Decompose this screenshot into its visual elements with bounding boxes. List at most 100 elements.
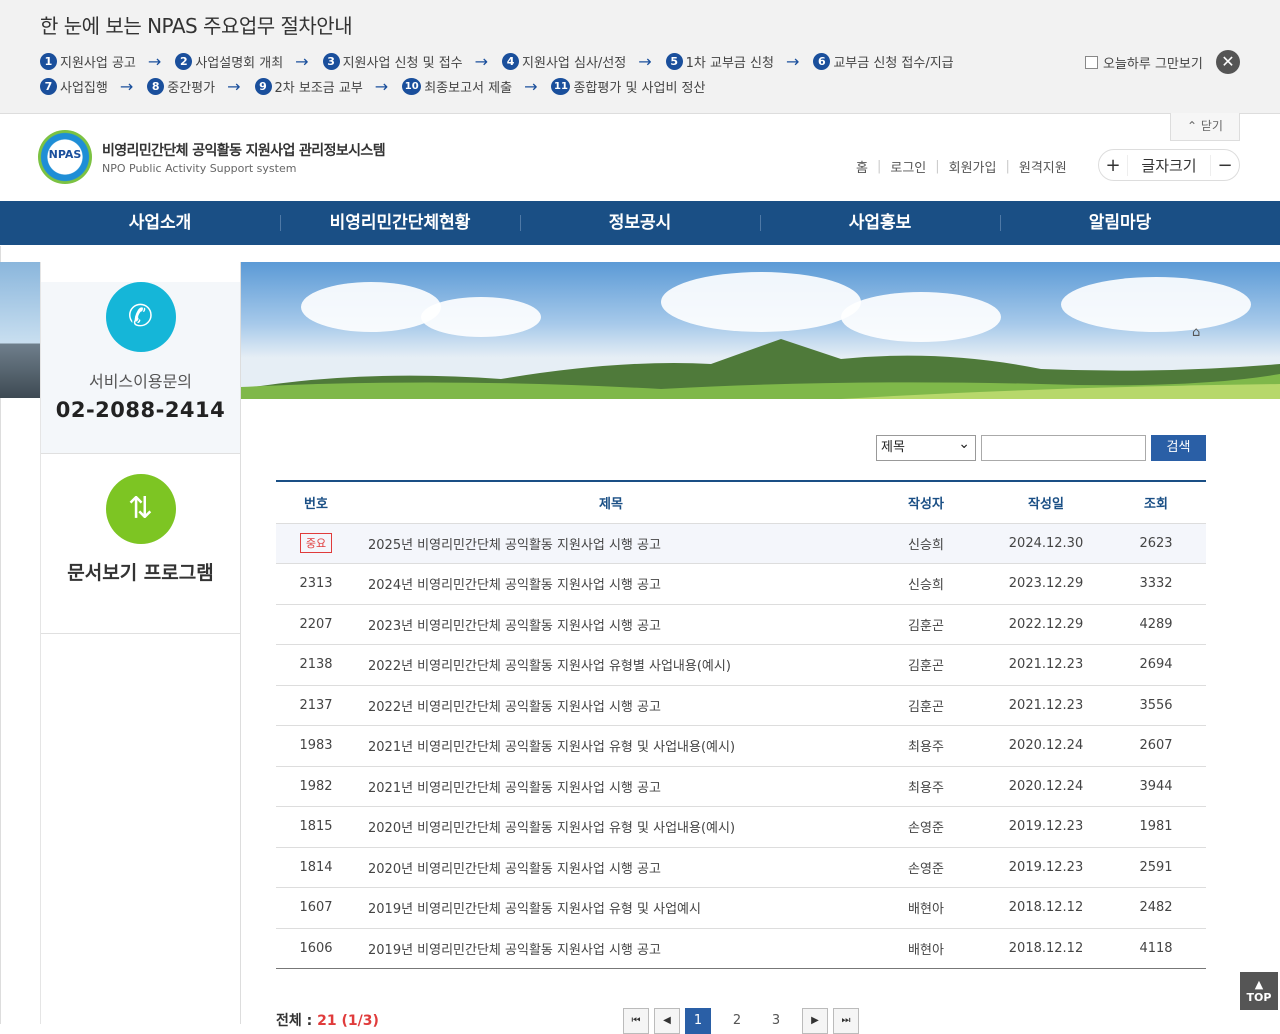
step-label: 중간평가 [167,81,216,96]
nav-business-intro[interactable]: 사업소개 [40,201,280,245]
guide-step: 5 1차 교부금 신청 [665,52,774,71]
row-views: 2482 [1106,887,1206,929]
table-row[interactable]: 1814 2020년 비영리민간단체 공익활동 지원사업 시행 공고 손영준 2019… [276,847,1206,888]
row-number: 2137 [276,685,356,726]
login-link[interactable]: 로그인 [890,157,926,176]
chevron-up-icon: ▲ [1254,978,1264,991]
scroll-top-button[interactable]: ▲ TOP [1240,972,1278,1010]
row-author: 김훈곤 [866,644,986,686]
column-header: 번호 [276,480,356,524]
step-label: 2차 보조금 교부 [274,81,363,96]
service-phone-number: 02-2088-2414 [55,398,226,422]
table-row[interactable]: 중요 2025년 비영리민간단체 공익활동 지원사업 시행 공고 신승희 2024.1… [276,523,1206,564]
table-row[interactable]: 1815 2020년 비영리민간단체 공익활동 지원사업 유형 및 사업내용(예시… [276,806,1206,848]
search-button[interactable]: 검색 [1151,435,1206,461]
nav-notice-board[interactable]: 알림마당 [1000,201,1240,245]
hide-today-checkbox[interactable] [1085,56,1098,69]
last-page-button[interactable]: ⏭ [833,1008,859,1034]
row-views: 4289 [1106,604,1206,645]
table-row[interactable]: 2207 2023년 비영리민간단체 공익활동 지원사업 시행 공고 김훈곤 2022… [276,604,1206,645]
page-number[interactable]: 3 [763,1008,789,1034]
column-header: 조회 [1106,480,1206,524]
font-increase-button[interactable]: + [1099,155,1127,176]
row-number: 2207 [276,604,356,645]
step-number: 2 [175,53,193,70]
row-author: 김훈곤 [866,685,986,726]
close-icon[interactable]: ✕ [1216,50,1240,74]
table-row[interactable]: 1982 2021년 비영리민간단체 공익활동 지원사업 시행 공고 최용주 2020… [276,766,1206,807]
signup-link[interactable]: 회원가입 [949,157,997,176]
row-title[interactable]: 2020년 비영리민간단체 공익활동 지원사업 유형 및 사업내용(예시) [356,806,866,848]
row-date: 2018.12.12 [986,887,1106,929]
row-number: 1983 [276,725,356,767]
search-input[interactable] [981,435,1146,461]
guide-step: 8 중간평가 [147,77,215,96]
row-number: 2138 [276,644,356,686]
home-icon[interactable]: ⌂ [1192,325,1200,340]
column-header: 작성일 [986,480,1106,524]
hide-today-label[interactable]: 오늘하루 그만보기 [1103,53,1203,72]
page-number[interactable]: 2 [724,1008,750,1034]
table-row[interactable]: 2138 2022년 비영리민간단체 공익활동 지원사업 유형별 사업내용(예시)… [276,644,1206,686]
guide-step: 7 사업집행 [40,77,108,96]
row-title[interactable]: 2022년 비영리민간단체 공익활동 지원사업 유형별 사업내용(예시) [356,644,866,686]
prev-page-button[interactable]: ◀ [654,1008,680,1034]
first-page-button[interactable]: ⏮ [623,1008,649,1034]
step-number: 1 [40,53,57,70]
nav-npo-status[interactable]: 비영리민간단체현황 [280,201,520,245]
total-count-value: 21 [317,1013,337,1029]
home-link[interactable]: 홈 [856,157,868,176]
row-number: 2313 [276,563,356,605]
npas-logo-icon: NPAS [38,130,92,184]
search-field-select[interactable]: 제목 [876,432,976,461]
row-author: 신승희 [866,523,986,564]
step-label: 지원사업 심사/선정 [522,56,627,71]
page-banner-image [241,262,1280,399]
row-title[interactable]: 2024년 비영리민간단체 공익활동 지원사업 시행 공고 [356,563,866,605]
collapse-guide-button[interactable]: ⌃ 닫기 [1170,113,1240,141]
guide-title: 한 눈에 보는 NPAS 주요업무 절차안내 [40,14,353,38]
row-title[interactable]: 2025년 비영리민간단체 공익활동 지원사업 시행 공고 [356,523,866,564]
page-number[interactable]: 1 [685,1008,711,1034]
row-title[interactable]: 2021년 비영리민간단체 공익활동 지원사업 유형 및 사업내용(예시) [356,725,866,767]
row-title[interactable]: 2023년 비영리민간단체 공익활동 지원사업 시행 공고 [356,604,866,645]
step-label: 1차 교부금 신청 [685,56,774,71]
step-label: 지원사업 공고 [60,56,136,71]
row-views: 2623 [1106,523,1206,564]
row-date: 2020.12.24 [986,725,1106,767]
table-row[interactable]: 1607 2019년 비영리민간단체 공익활동 지원사업 유형 및 사업예시 배현아… [276,887,1206,929]
row-title[interactable]: 2019년 비영리민간단체 공익활동 지원사업 시행 공고 [356,928,866,969]
row-title[interactable]: 2020년 비영리민간단체 공익활동 지원사업 시행 공고 [356,847,866,888]
row-title[interactable]: 2019년 비영리민간단체 공익활동 지원사업 유형 및 사업예시 [356,887,866,929]
remote-support-link[interactable]: 원격지원 [1019,157,1067,176]
service-inquiry-label: 서비스이용문의 [88,372,193,391]
nav-disclosure[interactable]: 정보공시 [520,201,760,245]
main-navigation: 사업소개 비영리민간단체현황 정보공시 사업홍보 알림마당 [0,201,1280,245]
logo-mark-text: NPAS [48,148,82,161]
landscape-illustration [241,339,1280,399]
table-row[interactable]: 2313 2024년 비영리민간단체 공익활동 지원사업 시행 공고 신승희 2023… [276,563,1206,605]
row-title[interactable]: 2021년 비영리민간단체 공익활동 지원사업 시행 공고 [356,766,866,807]
site-logo[interactable]: NPAS 비영리민간단체 공익활동 지원사업 관리정보시스템 NPO Publi… [38,130,386,184]
hide-today-option[interactable]: 오늘하루 그만보기 [1085,53,1203,72]
nav-promotion[interactable]: 사업홍보 [760,201,1000,245]
font-decrease-button[interactable]: − [1211,155,1239,176]
board-search: 제목 검색 [876,432,1206,461]
document-viewer-label[interactable]: 문서보기 프로그램 [41,558,240,585]
step-label: 종합평가 및 사업비 정산 [573,81,706,96]
city-decoration-image [0,262,40,398]
next-page-button[interactable]: ▶ [802,1008,828,1034]
guide-steps-row1: 1 지원사업 공고 → 2 사업설명회 개최 → 3 지원사업 신청 및 접수 → 4 지원사업 심… [40,52,954,71]
row-title[interactable]: 2022년 비영리민간단체 공익활동 지원사업 시행 공고 [356,685,866,726]
guide-step: 6 교부금 신청 접수/지급 [813,52,954,71]
table-row[interactable]: 2137 2022년 비영리민간단체 공익활동 지원사업 시행 공고 김훈곤 2021… [276,685,1206,726]
document-viewer-box[interactable]: ⇅ 문서보기 프로그램 [41,474,240,634]
pagination: ⏮ ◀ 1 2 3 ▶ ⏭ [623,1008,864,1034]
table-row[interactable]: 1983 2021년 비영리민간단체 공익활동 지원사업 유형 및 사업내용(예시… [276,725,1206,767]
table-row[interactable]: 1606 2019년 비영리민간단체 공익활동 지원사업 시행 공고 배현아 2018… [276,928,1206,969]
phone-icon: ✆ [105,282,176,352]
step-label: 교부금 신청 접수/지급 [833,56,954,71]
row-date: 2022.12.29 [986,604,1106,645]
step-number: 6 [813,53,831,70]
row-views: 2694 [1106,644,1206,686]
